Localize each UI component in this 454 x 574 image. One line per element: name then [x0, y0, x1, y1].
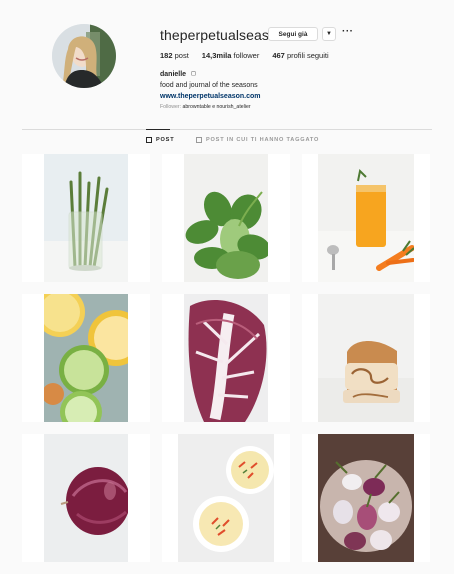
profile-bio: danielle ◻ food and journal of the seaso…	[160, 69, 261, 102]
post-image	[318, 294, 414, 422]
tab-tagged[interactable]: POST IN CUI TI HANNO TAGGATO	[196, 137, 319, 143]
followed-by-label: Follower:	[160, 104, 182, 110]
more-options-button[interactable]: ···	[342, 26, 354, 37]
posts-count: 182	[160, 51, 173, 60]
post-radicchio[interactable]	[162, 294, 290, 422]
post-citrus[interactable]	[22, 294, 150, 422]
post-swirl-bread[interactable]	[302, 294, 430, 422]
grid-icon	[146, 137, 152, 143]
bio-text: food and journal of the seasons	[160, 82, 258, 89]
post-image	[318, 434, 414, 562]
tab-posts[interactable]: POST	[146, 129, 175, 143]
website-link[interactable]: www.theperpetualseason.com	[160, 91, 261, 102]
follow-button[interactable]: Segui già	[268, 27, 318, 41]
posts-stat: 182 post	[160, 51, 189, 60]
verified-icon: ◻	[191, 71, 197, 77]
post-image	[178, 434, 274, 562]
followed-by-users: abrowntable e nourish_atelier	[182, 104, 251, 110]
following-label: profili seguiti	[286, 51, 329, 60]
post-image	[44, 434, 128, 562]
post-soup-bowls[interactable]	[162, 434, 290, 562]
post-orange-juice[interactable]	[302, 154, 430, 282]
post-asparagus[interactable]	[22, 154, 150, 282]
avatar[interactable]	[52, 24, 116, 88]
followed-by-text[interactable]: Follower: abrowntable e nourish_atelier	[160, 104, 251, 110]
post-image	[44, 294, 128, 422]
post-radishes[interactable]	[302, 434, 430, 562]
following-count: 467	[272, 51, 285, 60]
post-image	[184, 154, 268, 282]
profile-stats: 182 post 14,3mila follower 467 profili s…	[160, 51, 329, 60]
following-stat[interactable]: 467 profili seguiti	[272, 51, 328, 60]
username: theperpetualseason	[160, 27, 285, 43]
post-image	[44, 154, 128, 282]
followers-count: 14,3mila	[201, 51, 232, 60]
tab-tagged-label: POST IN CUI TI HANNO TAGGATO	[206, 137, 320, 143]
profile-name: danielle	[160, 71, 187, 78]
follow-options-button[interactable]: ▼	[322, 27, 336, 41]
post-pea-shoots[interactable]	[162, 154, 290, 282]
followers-stat[interactable]: 14,3mila follower	[202, 51, 260, 60]
tab-posts-label: POST	[156, 137, 175, 143]
post-red-onion[interactable]	[22, 434, 150, 562]
post-image	[318, 154, 414, 282]
post-image	[184, 294, 268, 422]
chevron-down-icon: ▼	[326, 31, 332, 37]
more-icon: ···	[342, 26, 354, 37]
tagged-icon	[196, 137, 202, 143]
profile-header: theperpetualseason Segui già ▼ ··· 182 p…	[0, 0, 454, 125]
tabs-divider	[22, 129, 432, 130]
followers-label: follower	[233, 51, 260, 60]
posts-grid	[22, 154, 432, 574]
posts-label: post	[174, 51, 189, 60]
